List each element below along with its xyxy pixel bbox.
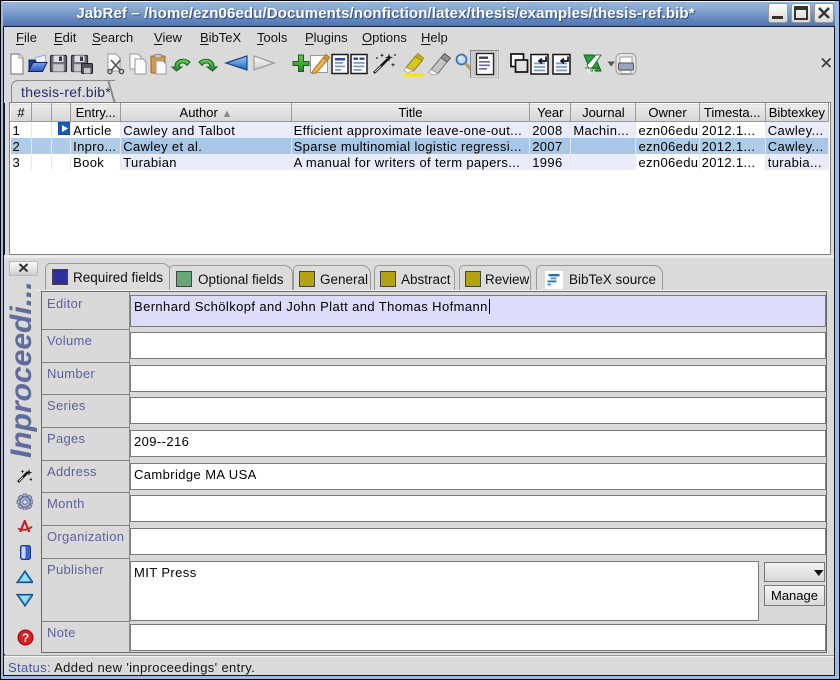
svg-text:lyx: lyx — [587, 69, 596, 75]
svg-text:?: ? — [22, 631, 29, 645]
